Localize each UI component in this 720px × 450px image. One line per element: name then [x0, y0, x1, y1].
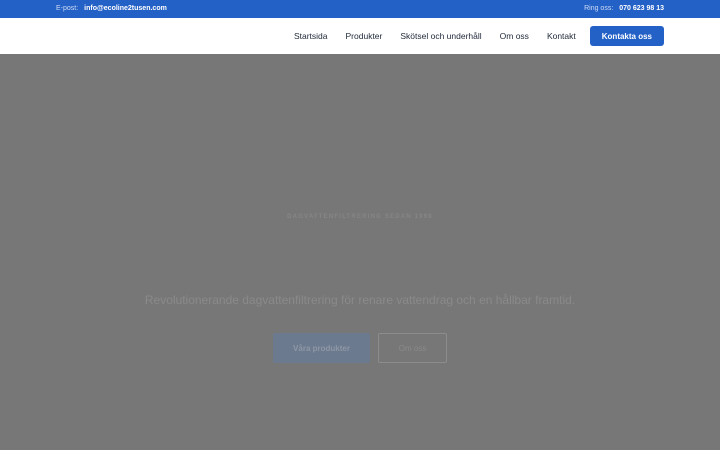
main-navbar: Startsida Produkter Skötsel och underhål…	[0, 18, 720, 54]
phone-label: Ring oss:	[584, 5, 614, 12]
phone-contact: Ring oss: 070 623 98 13	[584, 5, 664, 12]
nav-item-startsida[interactable]: Startsida	[294, 31, 328, 41]
about-us-button[interactable]: Om oss	[378, 333, 447, 363]
hero-tagline: Revolutionerande dagvattenfiltrering för…	[144, 293, 576, 307]
hero-section: DAGVATTENFILTRERING SEDAN 1998 Revolutio…	[0, 54, 720, 450]
email-link[interactable]: info@ecoline2tusen.com	[84, 5, 167, 12]
nav-item-kontakt[interactable]: Kontakt	[547, 31, 576, 41]
top-bar: E-post: info@ecoline2tusen.com Ring oss:…	[0, 0, 720, 18]
nav-item-produkter[interactable]: Produkter	[346, 31, 383, 41]
email-label: E-post:	[56, 5, 79, 12]
contact-us-button[interactable]: Kontakta oss	[589, 26, 664, 46]
our-products-button[interactable]: Våra produkter	[273, 333, 370, 363]
nav-menu: Startsida Produkter Skötsel och underhål…	[294, 26, 664, 46]
hero-eyebrow: DAGVATTENFILTRERING SEDAN 1998	[287, 214, 433, 220]
nav-item-om-oss[interactable]: Om oss	[500, 31, 529, 41]
nav-item-skotsel[interactable]: Skötsel och underhåll	[400, 31, 481, 41]
email-contact: E-post: info@ecoline2tusen.com	[56, 5, 167, 12]
phone-link[interactable]: 070 623 98 13	[619, 5, 664, 12]
hero-overlay	[0, 54, 720, 450]
